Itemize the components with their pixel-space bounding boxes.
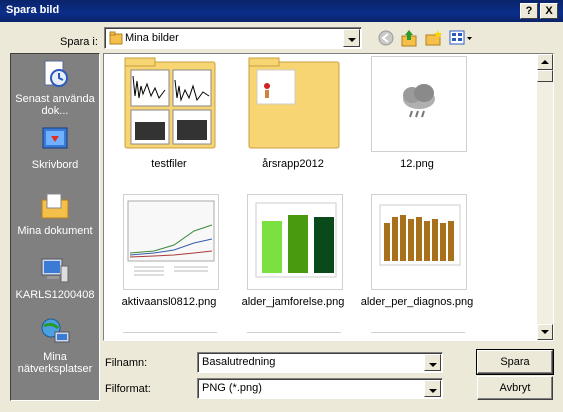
place-my-computer[interactable]: KARLS1200408 — [11, 254, 99, 301]
my-documents-icon — [41, 193, 69, 219]
my-computer-icon — [41, 258, 69, 283]
image-thumbnail — [247, 194, 343, 290]
place-network[interactable]: Mina nätverksplatser — [11, 316, 99, 375]
image-thumbnail — [123, 194, 219, 290]
scroll-down-button[interactable] — [537, 324, 553, 340]
network-places-icon — [41, 318, 70, 343]
lookin-dropdown-button[interactable] — [343, 29, 360, 47]
place-label: Senast använda dok... — [15, 93, 95, 117]
filename-value: Basalutredning — [202, 356, 276, 368]
file-item-partial[interactable] — [123, 332, 217, 340]
file-list[interactable]: testfiler årsrapp2012 12.png aktivaansl0… — [103, 53, 554, 341]
new-folder-icon[interactable] — [424, 28, 444, 48]
window-title: Spara bild — [6, 4, 60, 16]
file-name: aktivaansl0812.png — [121, 296, 217, 308]
file-name: årsrapp2012 — [262, 158, 324, 170]
place-label: Mina nätverksplatser — [17, 351, 93, 375]
file-item-partial[interactable] — [247, 332, 341, 340]
filename-dropdown-button[interactable] — [424, 354, 441, 371]
arrow-down-icon — [541, 330, 549, 334]
filename-input[interactable]: Basalutredning — [197, 352, 443, 373]
file-item-partial[interactable] — [371, 332, 465, 340]
folder-icon — [109, 31, 123, 45]
file-name: testfiler — [151, 158, 187, 170]
file-name: alder_per_diagnos.png — [360, 296, 474, 308]
places-bar: Senast använda dok... Skrivbord Mina dok… — [10, 53, 100, 401]
format-dropdown-button[interactable] — [424, 380, 441, 397]
view-menu-icon[interactable] — [448, 28, 474, 48]
arrow-up-icon — [541, 60, 549, 64]
lookin-value: Mina bilder — [125, 32, 179, 44]
place-label: Skrivbord — [31, 159, 79, 171]
place-recent[interactable]: Senast använda dok... — [11, 58, 99, 117]
scroll-thumb[interactable] — [537, 70, 553, 82]
title-bar[interactable]: Spara bild ? X — [0, 0, 563, 22]
file-name: 12.png — [400, 158, 434, 170]
lookin-combo[interactable]: Mina bilder — [104, 27, 362, 49]
vertical-scrollbar[interactable] — [537, 54, 553, 340]
desktop-icon — [42, 127, 68, 149]
save-button[interactable]: Spara — [476, 349, 554, 375]
folder-thumbnail-icon — [124, 57, 216, 149]
format-select[interactable]: PNG (*.png) — [197, 378, 443, 399]
cancel-button[interactable]: Avbryt — [477, 376, 553, 400]
image-thumbnail — [371, 56, 467, 152]
file-name: alder_jamforelse.png — [241, 296, 345, 308]
folder-thumbnail-icon — [248, 57, 340, 149]
format-value: PNG (*.png) — [202, 382, 262, 394]
place-label: KARLS1200408 — [15, 289, 95, 301]
format-label: Filformat: — [105, 383, 151, 395]
close-button[interactable]: X — [540, 3, 558, 19]
lookin-label: Spara i: — [60, 36, 98, 48]
back-icon[interactable] — [377, 29, 395, 47]
up-folder-icon[interactable] — [400, 28, 420, 48]
image-thumbnail — [371, 194, 467, 290]
recent-documents-icon — [44, 60, 68, 87]
place-desktop[interactable]: Skrivbord — [11, 124, 99, 171]
place-my-documents[interactable]: Mina dokument — [11, 190, 99, 237]
place-label: Mina dokument — [17, 225, 93, 237]
scroll-up-button[interactable] — [537, 54, 553, 70]
filename-label: Filnamn: — [105, 357, 148, 369]
help-button[interactable]: ? — [520, 3, 538, 19]
